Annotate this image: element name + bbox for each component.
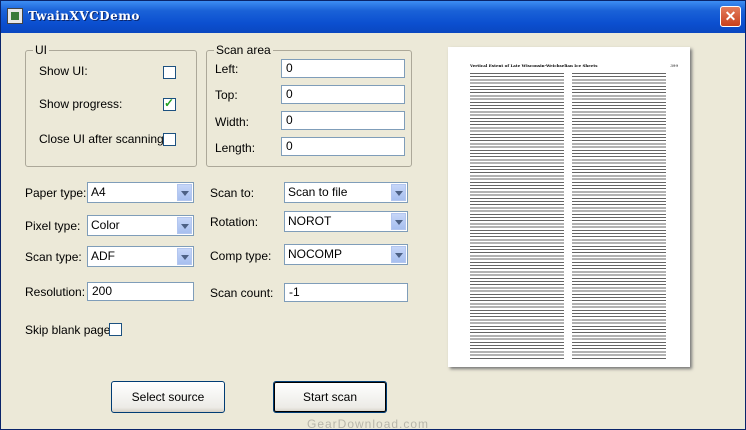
app-window: TwainXVCDemo ✕ UI Show UI: Show progress… [0, 0, 746, 430]
skip-blank-label: Skip blank page: [25, 323, 114, 337]
scan-area-group-label: Scan area [214, 43, 273, 57]
watermark-text: GearDownload.com [307, 417, 430, 430]
scan-count-label: Scan count: [210, 286, 274, 300]
width-input[interactable]: 0 [281, 111, 405, 130]
title-bar[interactable]: TwainXVCDemo ✕ [1, 1, 745, 33]
comp-type-label: Comp type: [210, 249, 272, 263]
top-input[interactable]: 0 [281, 85, 405, 104]
close-ui-checkbox[interactable] [163, 133, 176, 146]
resolution-label: Resolution: [25, 285, 86, 299]
pixel-type-select[interactable]: Color [87, 215, 194, 236]
preview-page-number: 399 [670, 63, 678, 68]
scan-to-select[interactable]: Scan to file [284, 182, 408, 203]
left-label: Left: [215, 62, 239, 76]
length-label: Length: [215, 141, 256, 155]
chevron-down-icon[interactable] [177, 184, 192, 201]
pixel-type-label: Pixel type: [25, 219, 81, 233]
close-ui-label: Close UI after scanning: [39, 132, 168, 146]
paper-type-value: A4 [91, 185, 106, 199]
preview-page-header: Vertical Extent of Late Wisconsin-Weichs… [470, 63, 598, 68]
top-label: Top: [215, 88, 238, 102]
chevron-down-icon[interactable] [177, 248, 192, 265]
pixel-type-value: Color [91, 218, 120, 232]
width-label: Width: [215, 115, 250, 129]
scan-preview: Vertical Extent of Late Wisconsin-Weichs… [448, 47, 690, 367]
window-title: TwainXVCDemo [28, 9, 140, 23]
scan-type-value: ADF [91, 249, 115, 263]
skip-blank-checkbox[interactable] [109, 323, 122, 336]
preview-text-column-left [470, 73, 564, 359]
chevron-down-icon[interactable] [391, 184, 406, 201]
paper-type-select[interactable]: A4 [87, 182, 194, 203]
show-progress-checkbox[interactable] [163, 96, 176, 111]
show-ui-label: Show UI: [39, 64, 88, 78]
scan-type-label: Scan type: [25, 250, 82, 264]
scan-to-value: Scan to file [288, 185, 348, 199]
start-scan-button[interactable]: Start scan [273, 381, 387, 413]
app-icon[interactable] [7, 8, 23, 24]
length-input[interactable]: 0 [281, 137, 405, 156]
show-ui-checkbox[interactable] [163, 66, 176, 79]
left-input[interactable]: 0 [281, 59, 405, 78]
ui-group-label: UI [33, 43, 49, 57]
rotation-select[interactable]: NOROT [284, 211, 408, 232]
resolution-input[interactable]: 200 [87, 282, 194, 301]
chevron-down-icon[interactable] [391, 246, 406, 263]
comp-type-select[interactable]: NOCOMP [284, 244, 408, 265]
scan-type-select[interactable]: ADF [87, 246, 194, 267]
paper-type-label: Paper type: [25, 186, 87, 200]
chevron-down-icon[interactable] [391, 213, 406, 230]
rotation-label: Rotation: [210, 215, 259, 229]
scan-count-input[interactable]: -1 [284, 283, 408, 302]
show-progress-label: Show progress: [39, 97, 123, 111]
close-button[interactable]: ✕ [720, 6, 741, 27]
select-source-button[interactable]: Select source [111, 381, 225, 413]
preview-text-column-right [572, 73, 666, 359]
scan-to-label: Scan to: [210, 186, 255, 200]
rotation-value: NOROT [288, 214, 332, 228]
chevron-down-icon[interactable] [177, 217, 192, 234]
comp-type-value: NOCOMP [288, 247, 342, 261]
